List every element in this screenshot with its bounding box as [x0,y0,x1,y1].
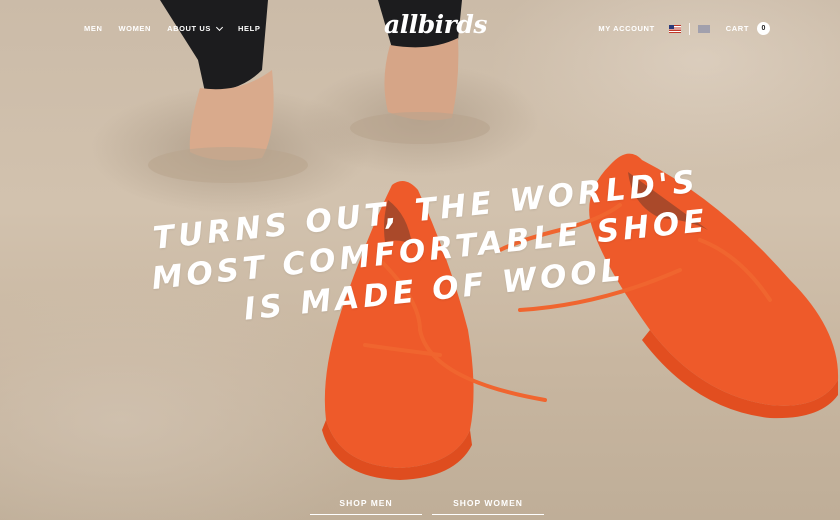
nav-about-us-label: ABOUT US [167,24,212,33]
shop-men-button[interactable]: SHOP MEN [310,498,422,515]
nav-men[interactable]: MEN [84,24,102,33]
cart-count-badge: 0 [757,22,770,35]
account-nav: MY ACCOUNT CART 0 [598,22,770,35]
left-leg-pants [160,0,268,92]
nav-women[interactable]: WOMEN [118,24,151,33]
nav-help[interactable]: HELP [238,24,260,33]
us-flag-icon[interactable] [668,24,681,33]
chevron-down-icon [215,23,224,31]
main-nav: MEN WOMEN ABOUT US HELP [84,23,260,33]
sand-mound-left [148,147,308,183]
nav-about-us[interactable]: ABOUT US [167,23,224,33]
shop-women-button[interactable]: SHOP WOMEN [432,498,544,515]
flag-divider [688,22,690,35]
right-foot [384,38,459,121]
brand-logo[interactable]: allbirds [384,10,487,39]
cart-button[interactable]: CART 0 [726,22,770,35]
cart-label: CART [725,24,749,33]
uk-flag-icon[interactable] [697,24,710,33]
sand-mound-right [350,112,490,144]
my-account-link[interactable]: MY ACCOUNT [598,24,654,33]
